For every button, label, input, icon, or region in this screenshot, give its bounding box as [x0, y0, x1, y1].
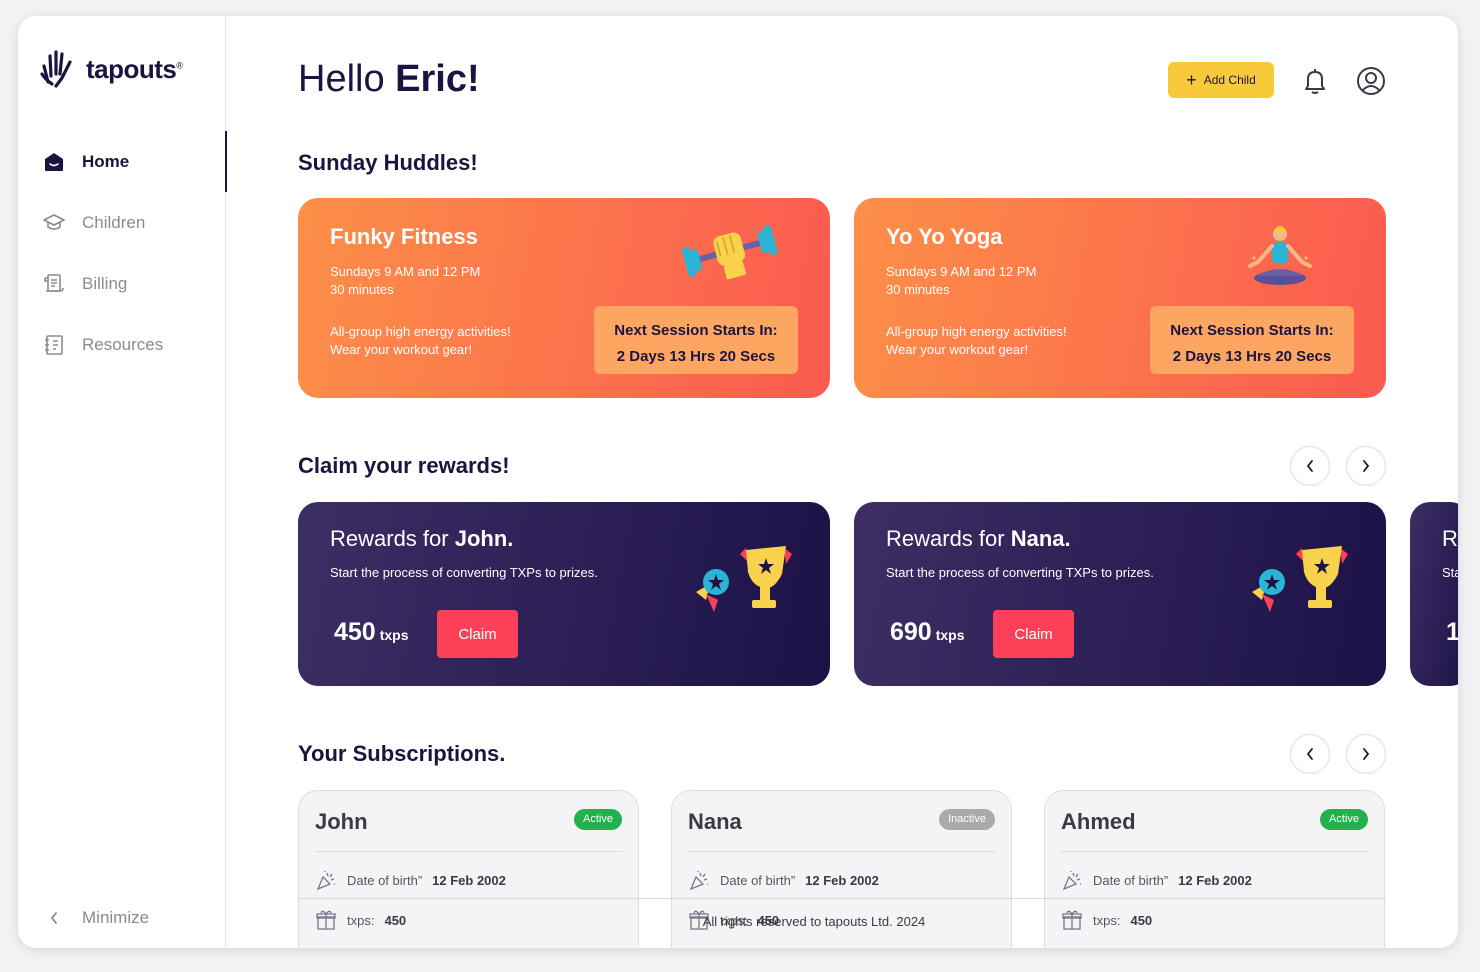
child-name: Nana	[688, 809, 742, 834]
reward-title: R	[1442, 526, 1458, 551]
reward-subtitle: Start the process of converting TXPs to …	[886, 565, 1154, 580]
huddle-timer: Next Session Starts In: 2 Days 13 Hrs 20…	[594, 306, 798, 374]
huddle-title: Yo Yo Yoga	[886, 224, 1003, 249]
party-popper-icon	[689, 871, 708, 891]
subscriptions-next-button[interactable]	[1346, 734, 1386, 774]
notification-bell-icon[interactable]	[1300, 66, 1330, 96]
sidebar-nav: Home Children Billing Resources	[18, 131, 227, 375]
divider	[688, 851, 995, 852]
sidebar-item-resources[interactable]: Resources	[18, 314, 226, 375]
huddle-schedule: Sundays 9 AM and 12 PM 30 minutes	[330, 264, 481, 297]
page-title: Hello Eric!	[298, 58, 480, 100]
dob-row: Date of birth” 12 Feb 2002	[1061, 869, 1252, 891]
chevron-left-icon	[1306, 460, 1313, 472]
app-window: tapouts® Home Children Billing Resources…	[18, 16, 1458, 948]
reward-card: Rewards for Nana. Start the process of c…	[854, 502, 1386, 686]
trophy-medal-icon	[1244, 544, 1348, 619]
huddle-description: All-group high energy activities! Wear y…	[886, 324, 1067, 357]
party-popper-icon	[1062, 871, 1081, 891]
rewards-prev-button[interactable]	[1290, 446, 1330, 486]
reward-title: Rewards for John.	[330, 526, 514, 551]
huddle-card[interactable]: Funky Fitness Sundays 9 AM and 12 PM 30 …	[298, 198, 830, 398]
status-badge: Inactive	[939, 809, 995, 830]
sidebar-item-label: Home	[82, 151, 130, 171]
sidebar-item-children[interactable]: Children	[18, 192, 226, 253]
sidebar-item-billing[interactable]: Billing	[18, 253, 226, 314]
sidebar-item-label: Children	[82, 212, 146, 232]
reward-points: 450 txps	[334, 618, 409, 646]
subscriptions-prev-button[interactable]	[1290, 734, 1330, 774]
child-name: Ahmed	[1061, 809, 1136, 834]
sidebar-item-home[interactable]: Home	[18, 131, 227, 192]
child-name: John	[315, 809, 368, 834]
rewards-next-button[interactable]	[1346, 446, 1386, 486]
chevron-right-icon	[1363, 460, 1370, 472]
graduation-cap-icon	[42, 211, 66, 235]
reward-card: Rewards for John. Start the process of c…	[298, 502, 830, 686]
main-content: Hello Eric! + Add Child Sunday Huddles! …	[226, 16, 1458, 948]
dob-row: Date of birth” 12 Feb 2002	[688, 869, 879, 891]
reward-subtitle: Sta	[1442, 565, 1458, 580]
huddle-description: All-group high energy activities! Wear y…	[330, 324, 511, 357]
chevron-left-icon	[1306, 748, 1313, 760]
status-badge: Active	[1320, 809, 1368, 830]
subscriptions-section-title: Your Subscriptions.	[298, 741, 506, 766]
dob-row: Date of birth” 12 Feb 2002	[315, 869, 506, 891]
sidebar-item-label: Billing	[82, 273, 128, 293]
divider	[315, 851, 622, 852]
divider	[1061, 851, 1368, 852]
footer-copyright: All rights reserved to tapouts Ltd. 2024	[702, 914, 926, 929]
status-badge: Active	[574, 809, 622, 830]
huddle-schedule: Sundays 9 AM and 12 PM 30 minutes	[886, 264, 1037, 297]
user-profile-icon[interactable]	[1356, 66, 1386, 96]
claim-button[interactable]: Claim	[437, 610, 518, 658]
home-icon	[42, 150, 66, 174]
add-child-label: Add Child	[1203, 73, 1256, 87]
reward-points: 1	[1446, 618, 1458, 646]
plus-icon: +	[1186, 70, 1197, 90]
reward-title: Rewards for Nana.	[886, 526, 1071, 551]
add-child-button[interactable]: + Add Child	[1168, 62, 1274, 98]
huddle-title: Funky Fitness	[330, 224, 478, 249]
claim-button[interactable]: Claim	[993, 610, 1074, 658]
sidebar: tapouts® Home Children Billing Resources…	[18, 16, 227, 948]
reward-card-partial: R Sta 1	[1410, 502, 1458, 686]
sidebar-item-label: Resources	[82, 334, 164, 354]
notebook-icon	[42, 333, 66, 357]
huddle-timer: Next Session Starts In: 2 Days 13 Hrs 20…	[1150, 306, 1354, 374]
brand-name: tapouts®	[86, 53, 183, 84]
scroll-icon	[42, 272, 66, 296]
reward-points: 690 txps	[890, 618, 965, 646]
huddles-section-title: Sunday Huddles!	[298, 150, 478, 175]
rewards-section-title: Claim your rewards!	[298, 453, 510, 478]
reward-subtitle: Start the process of converting TXPs to …	[330, 565, 598, 580]
yoga-person-icon	[1240, 222, 1320, 293]
brand-logo[interactable]: tapouts®	[38, 46, 183, 92]
hand-logo-icon	[40, 50, 72, 88]
trophy-medal-icon	[688, 544, 792, 619]
party-popper-icon	[316, 871, 335, 891]
huddle-card[interactable]: Yo Yo Yoga Sundays 9 AM and 12 PM 30 min…	[854, 198, 1386, 398]
chevron-right-icon	[1363, 748, 1370, 760]
dumbbell-fist-icon	[680, 222, 780, 287]
